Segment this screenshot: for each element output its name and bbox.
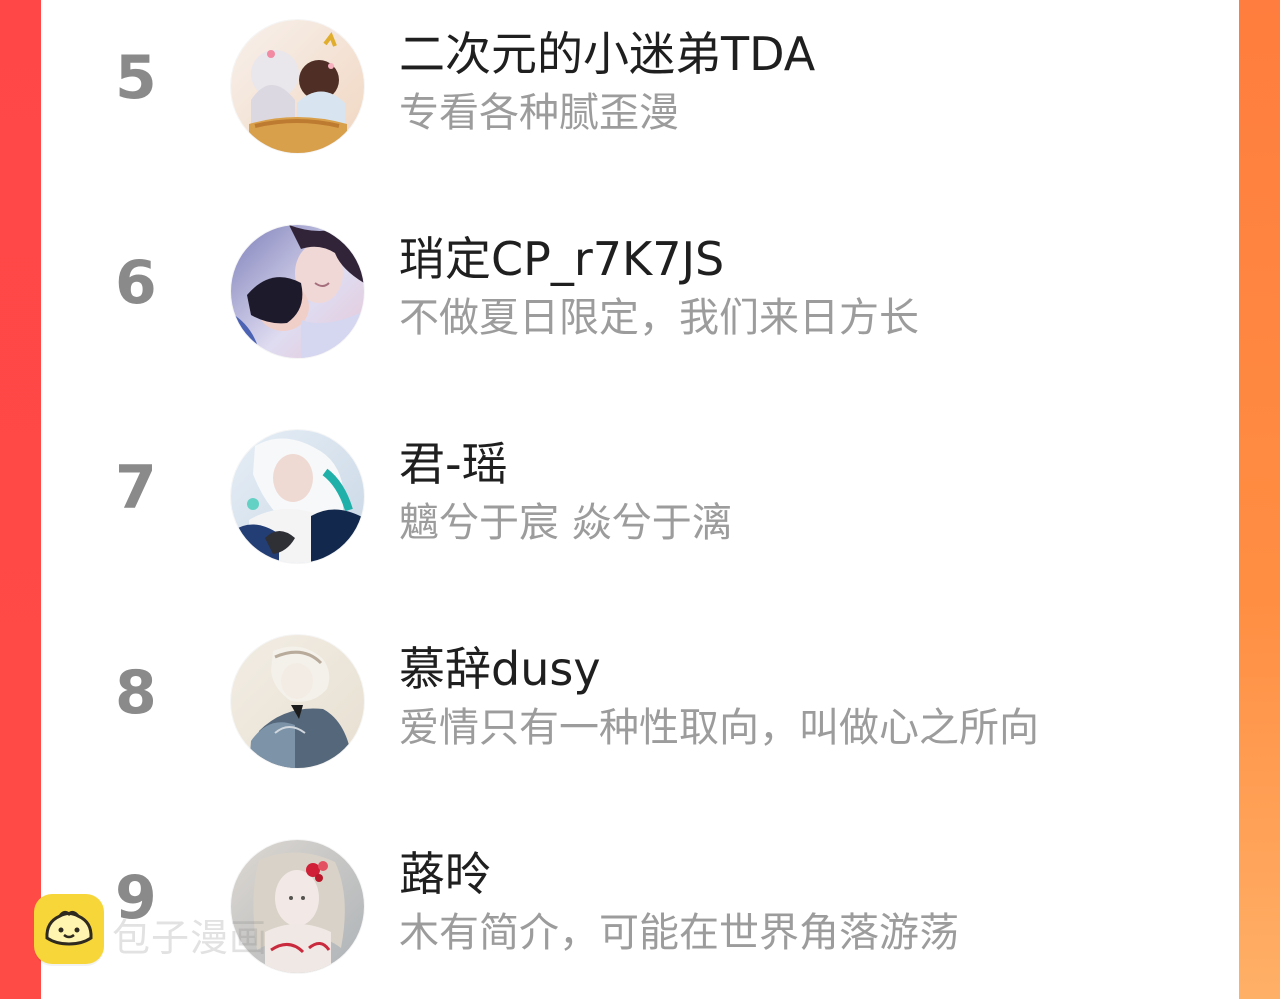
rank-number: 5 (115, 43, 157, 113)
username[interactable]: 蕗昤 (399, 849, 491, 900)
rank-number: 9 (115, 863, 157, 933)
user-description: 木有简介，可能在世界角落游荡 (399, 910, 959, 956)
avatar-art (231, 430, 364, 563)
white-hair-avatar-icon (231, 430, 364, 563)
avatar-art (231, 635, 364, 768)
avatar-art (231, 840, 364, 973)
user-description: 魑兮于宸 焱兮于漓 (399, 500, 732, 546)
rank-number: 8 (115, 658, 157, 728)
avatar-art (231, 225, 364, 358)
user-description: 不做夏日限定，我们来日方长 (399, 295, 919, 341)
username[interactable]: 慕辞dusy (399, 644, 601, 695)
user-description: 爱情只有一种性取向，叫做心之所向 (399, 705, 1039, 751)
ranking-row-8[interactable]: 8 慕辞dusy 爱情只有一种性取向，叫做心之所向 (41, 625, 1239, 768)
anime-avatar-icon (231, 20, 364, 153)
portrait-avatar-icon (231, 225, 364, 358)
username[interactable]: 二次元的小迷弟TDA (399, 29, 815, 80)
ranking-row-9[interactable]: 9 蕗昤 木有简介，可能在世界角落游荡 (41, 830, 1239, 973)
right-decorative-border (1239, 0, 1280, 999)
user-description: 专看各种腻歪漫 (399, 90, 679, 136)
avatar-art (231, 20, 364, 153)
flower-hair-avatar-icon (231, 840, 364, 973)
left-decorative-border (0, 0, 41, 999)
ranking-row-6[interactable]: 6 琑定CP_r7K7JS 不做夏日限定，我们来日方长 (41, 215, 1239, 358)
username[interactable]: 琑定CP_r7K7JS (399, 234, 724, 285)
rank-number: 7 (115, 453, 157, 523)
username[interactable]: 君-瑶 (399, 439, 508, 490)
sketch-avatar-icon (231, 635, 364, 768)
ranking-row-7[interactable]: 7 君-瑶 魑兮于宸 焱兮于漓 (41, 420, 1239, 563)
rank-number: 6 (115, 248, 157, 318)
ranking-row-5[interactable]: 5 二次元的小迷弟TDA 专看各种腻歪漫 (41, 10, 1239, 153)
